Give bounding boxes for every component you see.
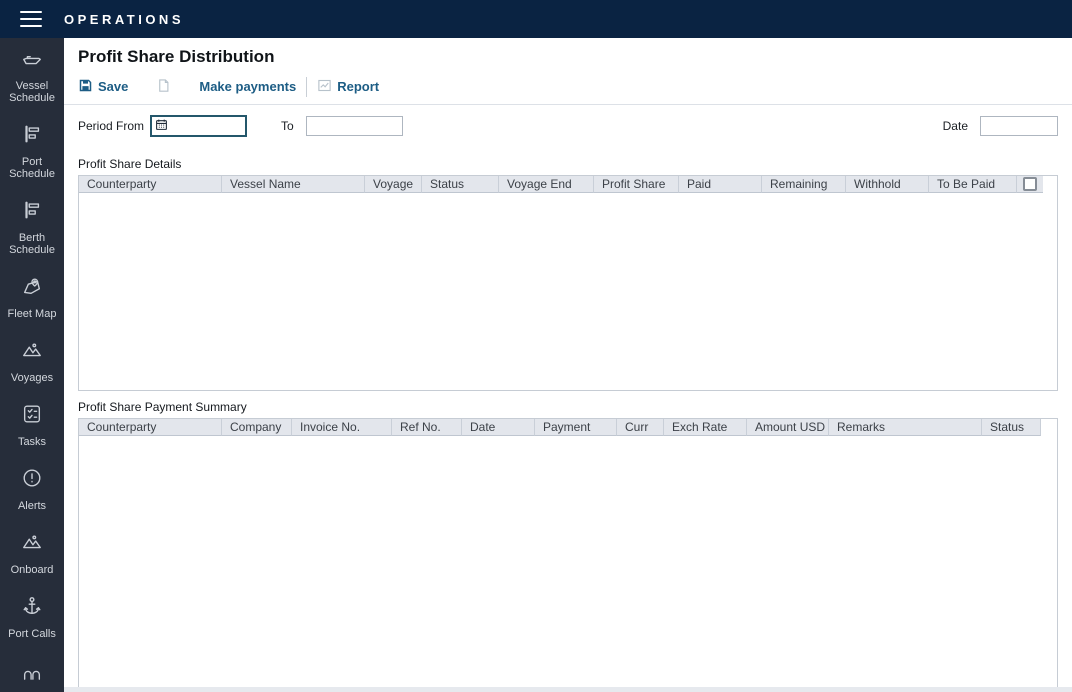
horizontal-scrollbar[interactable] xyxy=(64,687,1072,692)
sidebar-item-vessel-schedule[interactable]: Vessel Schedule xyxy=(0,38,64,114)
sidebar-item-label: Onboard xyxy=(10,564,54,576)
sidebar-item-port-schedule[interactable]: Port Schedule xyxy=(0,114,64,190)
sidebar-item-label: Berth Schedule xyxy=(9,232,55,256)
report-button[interactable]: Report xyxy=(317,78,379,96)
calendar-icon[interactable] xyxy=(155,118,168,134)
header-gutter xyxy=(1043,176,1057,193)
column-header-curr: Curr xyxy=(617,419,664,436)
summary-table-header-row: Counterparty Company Invoice No. Ref No. Dat… xyxy=(79,419,1057,436)
gantt-icon xyxy=(21,199,43,226)
details-table-title: Profit Share Details xyxy=(78,157,182,171)
hamburger-menu-icon[interactable] xyxy=(20,11,42,27)
date-input[interactable] xyxy=(980,116,1058,136)
sidebar-item-label: Tasks xyxy=(17,436,47,448)
app-title: OPERATIONS xyxy=(64,11,184,27)
column-header-voyage: Voyage xyxy=(365,176,422,193)
sidebar-item-fleet-map[interactable]: Fleet Map xyxy=(0,266,64,330)
column-header-status: Status xyxy=(422,176,499,193)
sidebar-item-alerts[interactable]: Alerts xyxy=(0,458,64,522)
column-header-counterparty: Counterparty xyxy=(79,176,222,193)
header-gutter xyxy=(1041,419,1057,436)
date-label: Date xyxy=(942,119,968,133)
select-all-cell xyxy=(1017,176,1043,193)
sidebar: Vessel Schedule Port Schedule Berth Sche… xyxy=(0,38,64,692)
toolbar-separator xyxy=(306,76,308,97)
make-payments-button[interactable]: Make payments xyxy=(199,79,296,94)
column-header-payment: Payment xyxy=(535,419,617,436)
sidebar-item-label: Vessel Schedule xyxy=(9,80,55,104)
route-icon xyxy=(21,531,43,558)
column-header-ref-no-: Ref No. xyxy=(392,419,462,436)
anchor-icon xyxy=(21,595,43,622)
filter-row: Period From To Date xyxy=(78,115,1058,137)
document-icon xyxy=(156,78,171,96)
berths-icon xyxy=(21,659,43,686)
payment-summary-table: Counterparty Company Invoice No. Ref No. Dat… xyxy=(78,418,1058,692)
save-button[interactable]: Save xyxy=(78,78,128,96)
column-header-profit-share: Profit Share xyxy=(594,176,679,193)
period-from-label: Period From xyxy=(78,119,145,133)
column-header-date: Date xyxy=(462,419,535,436)
alert-circle-icon xyxy=(21,467,43,494)
sidebar-item-tasks[interactable]: Tasks xyxy=(0,394,64,458)
sidebar-item-label: Port Calls xyxy=(8,628,56,640)
sidebar-item-voyages[interactable]: Voyages xyxy=(0,330,64,394)
report-chart-icon xyxy=(317,78,332,96)
column-header-remarks: Remarks xyxy=(829,419,982,436)
map-pin-icon xyxy=(21,275,43,302)
checklist-icon xyxy=(21,403,43,430)
column-header-amount-usd: Amount USD xyxy=(747,419,829,436)
sidebar-item-label: Port Schedule xyxy=(9,156,55,180)
sidebar-item-port-calls[interactable]: Port Calls xyxy=(0,586,64,650)
select-all-checkbox[interactable] xyxy=(1023,177,1037,191)
sidebar-item-berth-schedule[interactable]: Berth Schedule xyxy=(0,190,64,266)
column-header-status: Status xyxy=(982,419,1041,436)
make-payments-label: Make payments xyxy=(199,79,297,94)
column-header-exch-rate: Exch Rate xyxy=(664,419,747,436)
date-field: Date xyxy=(943,116,1058,136)
to-label: To xyxy=(281,119,294,133)
details-table-body[interactable] xyxy=(79,193,1057,390)
sidebar-item-label: Fleet Map xyxy=(7,308,57,320)
summary-table-title: Profit Share Payment Summary xyxy=(78,400,247,414)
route-icon xyxy=(21,339,43,366)
main-content: Profit Share Distribution Save Make paym… xyxy=(64,38,1072,692)
gantt-icon xyxy=(21,123,43,150)
new-document-button[interactable] xyxy=(156,78,171,96)
toolbar: Save Make payments Report xyxy=(64,69,1072,105)
report-label: Report xyxy=(337,79,380,94)
column-header-vessel-name: Vessel Name xyxy=(222,176,365,193)
column-header-remaining: Remaining xyxy=(762,176,846,193)
column-header-invoice-no-: Invoice No. xyxy=(292,419,392,436)
sidebar-item-partial[interactable] xyxy=(0,650,64,692)
column-header-to-be-paid: To Be Paid xyxy=(929,176,1017,193)
period-from-input[interactable] xyxy=(168,118,243,134)
column-header-paid: Paid xyxy=(679,176,762,193)
period-to-input[interactable] xyxy=(305,116,403,136)
details-table-header-row: Counterparty Vessel Name Voyage Status Voyag… xyxy=(79,176,1057,193)
sidebar-item-label: Alerts xyxy=(17,500,47,512)
operations-app: OPERATIONS Vessel Schedule Port Schedule… xyxy=(0,0,1072,692)
column-header-counterparty: Counterparty xyxy=(79,419,222,436)
period-from-field xyxy=(150,115,248,137)
topbar: OPERATIONS xyxy=(0,0,1072,38)
save-label: Save xyxy=(98,79,129,94)
sidebar-item-label: Voyages xyxy=(10,372,54,384)
profit-share-details-table: Counterparty Vessel Name Voyage Status Voyag… xyxy=(78,175,1058,391)
summary-table-body[interactable] xyxy=(79,436,1057,692)
column-header-voyage-end: Voyage End xyxy=(499,176,594,193)
ship-icon xyxy=(21,47,43,74)
column-header-company: Company xyxy=(222,419,292,436)
save-icon xyxy=(78,78,93,96)
page-title: Profit Share Distribution xyxy=(78,47,275,66)
column-header-withhold: Withhold xyxy=(846,176,929,193)
sidebar-item-onboard[interactable]: Onboard xyxy=(0,522,64,586)
